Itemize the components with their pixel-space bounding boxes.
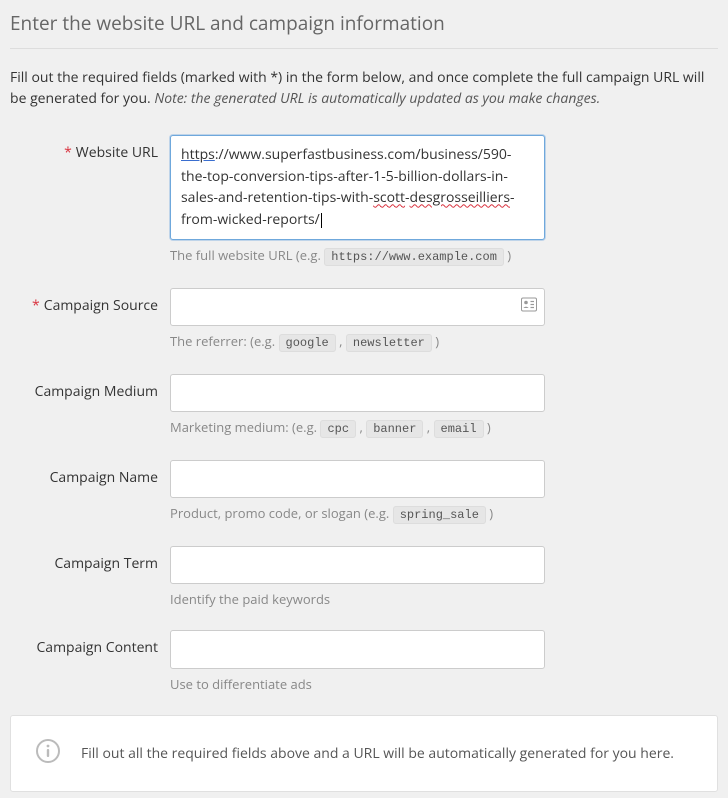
website-url-label: *Website URL: [10, 135, 170, 266]
campaign-content-label: Campaign Content: [10, 630, 170, 692]
campaign-term-input[interactable]: [170, 546, 545, 584]
campaign-source-hint: The referrer: (e.g. google , newsletter …: [170, 332, 545, 352]
result-message: Fill out all the required fields above a…: [81, 744, 674, 763]
page-heading: Enter the website URL and campaign infor…: [10, 10, 718, 36]
campaign-name-hint: Product, promo code, or slogan (e.g. spr…: [170, 504, 545, 524]
field-row-medium: Campaign Medium Marketing medium: (e.g. …: [10, 374, 718, 438]
campaign-medium-hint: Marketing medium: (e.g. cpc , banner , e…: [170, 418, 545, 438]
contact-card-icon: [521, 297, 537, 316]
website-url-input[interactable]: https://www.superfastbusiness.com/busine…: [170, 135, 545, 240]
text-cursor: [321, 213, 322, 228]
campaign-medium-label: Campaign Medium: [10, 374, 170, 438]
field-row-term: Campaign Term Identify the paid keywords: [10, 546, 718, 608]
website-url-hint: The full website URL (e.g. https://www.e…: [170, 246, 545, 266]
campaign-term-hint: Identify the paid keywords: [170, 590, 545, 608]
campaign-medium-input[interactable]: [170, 374, 545, 412]
campaign-term-label: Campaign Term: [10, 546, 170, 608]
campaign-source-input[interactable]: [170, 288, 545, 326]
info-icon: [35, 738, 61, 769]
field-row-name: Campaign Name Product, promo code, or sl…: [10, 460, 718, 524]
result-panel: Fill out all the required fields above a…: [10, 715, 718, 792]
field-row-source: *Campaign Source The referrer: (e.g. goo…: [10, 288, 718, 352]
campaign-name-label: Campaign Name: [10, 460, 170, 524]
campaign-content-input[interactable]: [170, 630, 545, 668]
campaign-content-hint: Use to differentiate ads: [170, 675, 545, 693]
campaign-source-label: *Campaign Source: [10, 288, 170, 352]
intro-text: Fill out the required fields (marked wit…: [10, 67, 718, 109]
divider: [10, 48, 718, 49]
field-row-content: Campaign Content Use to differentiate ad…: [10, 630, 718, 692]
campaign-name-input[interactable]: [170, 460, 545, 498]
field-row-url: *Website URL https://www.superfastbusine…: [10, 135, 718, 266]
